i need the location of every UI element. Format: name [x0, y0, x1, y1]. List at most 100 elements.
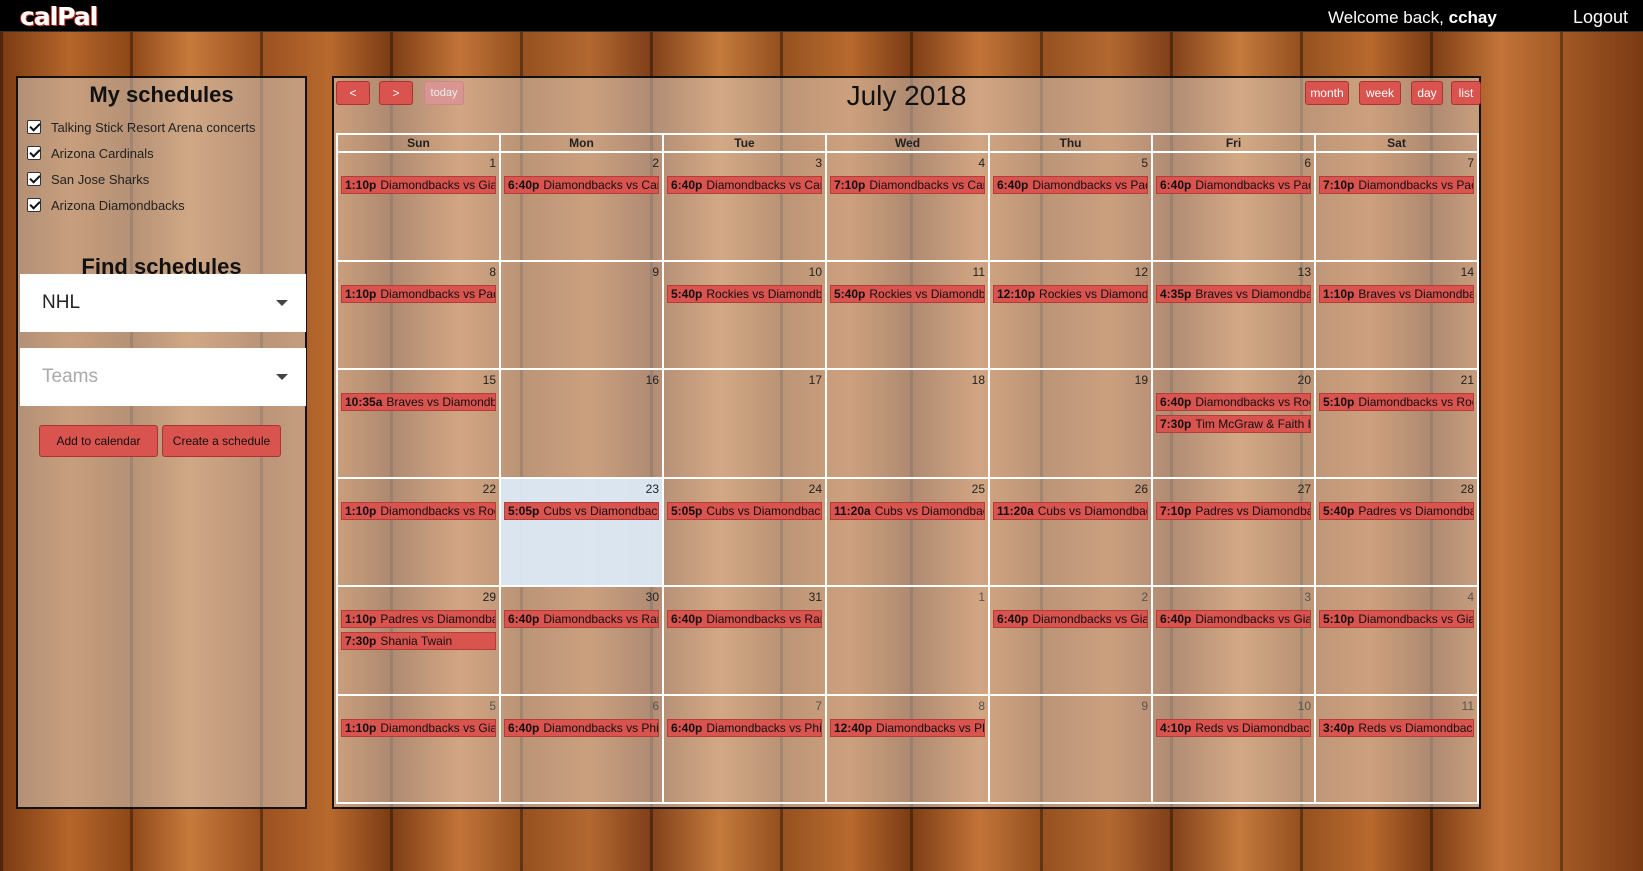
list-view-button[interactable]: list: [1451, 81, 1481, 105]
day-cell[interactable]: 18: [827, 370, 990, 477]
calendar-event[interactable]: 1:10pDiamondbacks vs Giants: [341, 718, 496, 737]
calendar-event[interactable]: 6:40pDiamondbacks vs Rangers: [667, 610, 822, 628]
day-number[interactable]: 24: [809, 482, 822, 496]
day-number[interactable]: 15: [483, 373, 496, 387]
calendar-event[interactable]: 6:40pDiamondbacks vs Giants: [1156, 610, 1311, 628]
day-cell[interactable]: 26 11:20aCubs vs Diamondbacks: [990, 478, 1153, 585]
day-number[interactable]: 6: [652, 699, 659, 713]
calendar-event[interactable]: 7:10pDiamondbacks vs Padres: [1319, 176, 1474, 194]
calendar-event[interactable]: 7:10pDiamondbacks vs Cardinals: [830, 176, 985, 194]
day-number[interactable]: 10: [809, 265, 822, 279]
calendar-event[interactable]: 6:40pDiamondbacks vs Rockies: [1156, 393, 1311, 411]
day-number[interactable]: 13: [1298, 265, 1311, 279]
day-number[interactable]: 28: [1461, 482, 1474, 496]
calendar-event[interactable]: 6:40pDiamondbacks vs Phillies: [504, 718, 659, 737]
day-number[interactable]: 1: [978, 590, 985, 604]
calendar-event[interactable]: 4:10p Reds vs Diamondbacks: [1156, 718, 1311, 737]
day-number[interactable]: 3: [815, 156, 822, 170]
day-cell[interactable]: 4 5:10pDiamondbacks vs Giants: [1316, 587, 1479, 694]
day-cell[interactable]: 15 10:35aBraves vs Diamondbacks: [336, 370, 501, 477]
calendar-event[interactable]: 6:40pDiamondbacks vs Phillies: [667, 718, 822, 737]
calendar-event[interactable]: 11:20aCubs vs Diamondbacks: [993, 501, 1148, 520]
day-cell[interactable]: 10 5:40pRockies vs Diamondbacks: [664, 261, 827, 368]
calendar-event[interactable]: 6:40pDiamondbacks vs Giants: [993, 610, 1148, 628]
day-number[interactable]: 5: [489, 699, 496, 713]
day-number[interactable]: 4: [978, 156, 985, 170]
calendar-event[interactable]: 11:20aCubs vs Diamondbacks: [830, 501, 985, 520]
schedule-checkbox[interactable]: [27, 120, 41, 134]
day-number[interactable]: 7: [815, 699, 822, 713]
schedule-item[interactable]: San Jose Sharks: [18, 166, 305, 192]
week-view-button[interactable]: week: [1359, 81, 1401, 105]
day-cell[interactable]: 5 6:40pDiamondbacks vs Padres: [990, 153, 1153, 260]
day-cell[interactable]: 6 6:40pDiamondbacks vs Phillies: [501, 695, 664, 802]
day-cell[interactable]: 19: [990, 370, 1153, 477]
app-logo[interactable]: calPal: [20, 2, 98, 31]
day-number[interactable]: 11: [973, 265, 985, 279]
calendar-event[interactable]: 5:40pRockies vs Diamondbacks: [667, 284, 822, 303]
calendar-event[interactable]: 6:40pDiamondbacks vs Cardinals: [667, 176, 822, 194]
day-number[interactable]: 20: [1298, 373, 1311, 387]
calendar-event[interactable]: 6:40pDiamondbacks vs Padres: [1156, 176, 1311, 194]
day-number[interactable]: 6: [1304, 156, 1311, 170]
month-view-button[interactable]: month: [1305, 81, 1349, 105]
day-cell[interactable]: 3 6:40pDiamondbacks vs Giants: [1153, 587, 1316, 694]
day-number[interactable]: 2: [1141, 590, 1148, 604]
day-number[interactable]: 9: [652, 265, 659, 279]
day-cell-today[interactable]: 23 5:05p Cubs vs Diamondbacks: [501, 478, 664, 585]
calendar-event[interactable]: 12:10pRockies vs Diamondbacks: [993, 284, 1148, 303]
day-number[interactable]: 23: [646, 482, 659, 496]
day-number[interactable]: 19: [1135, 373, 1148, 387]
calendar-event[interactable]: 7:10pPadres vs Diamondbacks: [1156, 501, 1311, 520]
schedule-item[interactable]: Talking Stick Resort Arena concerts: [18, 114, 305, 140]
teams-select[interactable]: Teams: [20, 348, 306, 406]
day-cell[interactable]: 7 6:40pDiamondbacks vs Phillies: [664, 695, 827, 802]
calendar-event[interactable]: 1:10pDiamondbacks vs Rockies: [341, 501, 496, 520]
calendar-event[interactable]: 5:10pDiamondbacks vs Giants: [1319, 610, 1474, 628]
calendar-event[interactable]: 1:10pDiamondbacks vs Padres: [341, 284, 496, 303]
calendar-event[interactable]: 6:40pDiamondbacks vs Cardinals: [504, 176, 659, 194]
schedule-checkbox[interactable]: [27, 198, 41, 212]
day-cell[interactable]: 31 6:40pDiamondbacks vs Rangers: [664, 587, 827, 694]
calendar-event[interactable]: 5:40pPadres vs Diamondbacks: [1319, 501, 1474, 520]
today-button[interactable]: today: [424, 81, 464, 105]
day-cell[interactable]: 16: [501, 370, 664, 477]
day-cell[interactable]: 10 4:10p Reds vs Diamondbacks: [1153, 695, 1316, 802]
logout-link[interactable]: Logout: [1573, 7, 1628, 28]
day-number[interactable]: 25: [972, 482, 985, 496]
day-cell[interactable]: 9: [990, 695, 1153, 802]
day-number[interactable]: 12: [1135, 265, 1148, 279]
calendar-event[interactable]: 10:35aBraves vs Diamondbacks: [341, 393, 496, 411]
calendar-event[interactable]: 3:40p Reds vs Diamondbacks: [1319, 718, 1474, 737]
day-number[interactable]: 4: [1467, 590, 1474, 604]
create-schedule-button[interactable]: Create a schedule: [162, 425, 281, 457]
next-month-button[interactable]: >: [379, 81, 413, 105]
day-cell[interactable]: 17: [664, 370, 827, 477]
day-cell[interactable]: 14 1:10pBraves vs Diamondbacks: [1316, 261, 1479, 368]
day-number[interactable]: 1: [489, 156, 496, 170]
schedule-item[interactable]: Arizona Cardinals: [18, 140, 305, 166]
day-cell[interactable]: 24 5:05p Cubs vs Diamondbacks: [664, 478, 827, 585]
day-cell[interactable]: 8 1:10pDiamondbacks vs Padres: [336, 261, 501, 368]
calendar-event[interactable]: 1:10pBraves vs Diamondbacks: [1319, 284, 1474, 303]
calendar-event[interactable]: 6:40pDiamondbacks vs Padres: [993, 176, 1148, 194]
schedule-checkbox[interactable]: [27, 146, 41, 160]
calendar-event[interactable]: 1:10pPadres vs Diamondbacks: [341, 610, 496, 628]
day-number[interactable]: 18: [972, 373, 985, 387]
calendar-event[interactable]: 5:05p Cubs vs Diamondbacks: [504, 501, 659, 520]
day-cell[interactable]: 1 1:10pDiamondbacks vs Giants: [336, 153, 501, 260]
schedule-checkbox[interactable]: [27, 172, 41, 186]
day-number[interactable]: 31: [809, 590, 822, 604]
day-number[interactable]: 22: [483, 482, 496, 496]
day-cell[interactable]: 11 3:40p Reds vs Diamondbacks: [1316, 695, 1479, 802]
day-cell[interactable]: 21 5:10pDiamondbacks vs Rockies: [1316, 370, 1479, 477]
day-number[interactable]: 10: [1298, 699, 1311, 713]
day-cell[interactable]: 9: [501, 261, 664, 368]
day-number[interactable]: 26: [1135, 482, 1148, 496]
day-number[interactable]: 14: [1461, 265, 1474, 279]
calendar-event[interactable]: 5:40pRockies vs Diamondbacks: [830, 284, 985, 303]
schedule-item[interactable]: Arizona Diamondbacks: [18, 192, 305, 218]
day-number[interactable]: 17: [809, 373, 822, 387]
day-cell[interactable]: 11 5:40pRockies vs Diamondbacks: [827, 261, 990, 368]
prev-month-button[interactable]: <: [336, 81, 370, 105]
